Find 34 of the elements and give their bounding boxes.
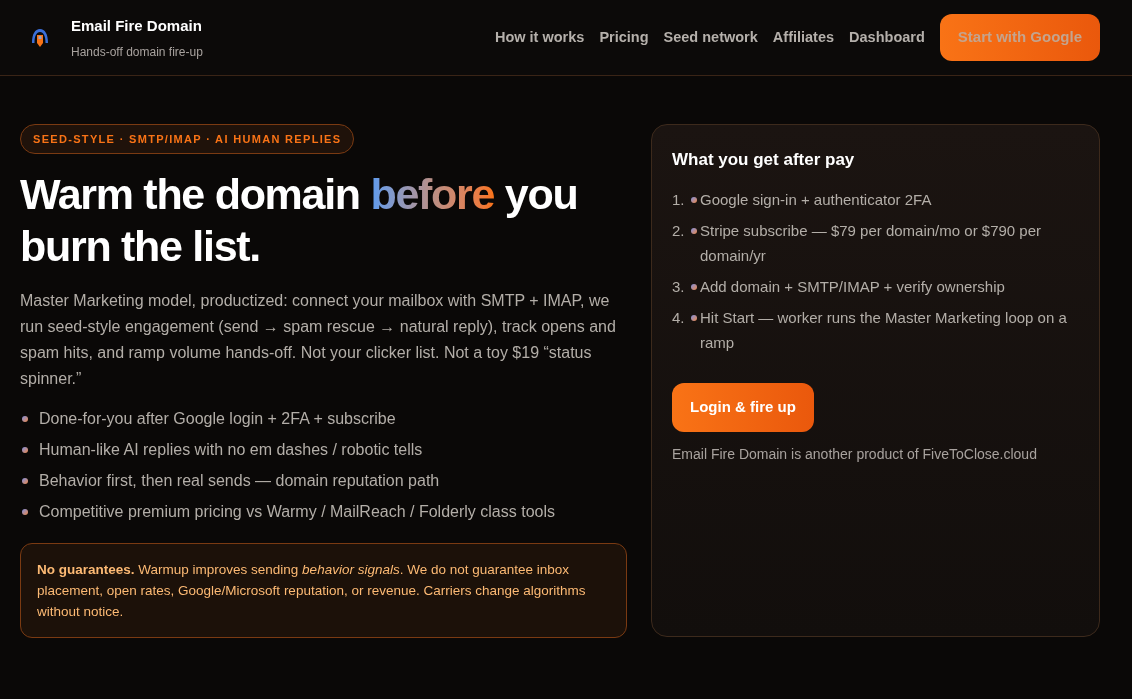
step-dot-icon (691, 227, 697, 234)
feature-item: Human-like AI replies with no em dashes / robotic tells (39, 440, 423, 460)
brand-subtitle: Hands-off domain fire-up (71, 43, 203, 60)
step-number: 2. (672, 221, 686, 241)
bullet-dot-icon (22, 477, 28, 484)
disclaimer-notice: No guarantees. Warmup improves sending behavior signals. We do not guarantee inbox placement, open rates, Google/Microsoft reputation, or revenue. Carriers change algorithms without notice. (20, 543, 627, 638)
step-dot-icon (691, 314, 697, 321)
step-number: 1. (672, 190, 686, 210)
step-text: Stripe subscribe — $79 per domain/mo or $790 per domain/yr (700, 221, 1042, 266)
nav-link[interactable]: Pricing (599, 26, 649, 49)
step-number: 3. (672, 277, 686, 297)
headline: Warm the domain before you burn the list. (20, 169, 579, 272)
nav-link[interactable]: How it works (494, 26, 585, 49)
feature-item: Competitive premium pricing vs Warmy / MailReach / Folderly class tools (39, 502, 555, 522)
card-footnote: Email Fire Domain is another product of FiveToClose.cloud (672, 445, 1038, 464)
intro-paragraph: Master Marketing model, productized: connect your mailbox with SMTP + IMAP, we run seed-style engagement (send → spam rescue → natural reply), track opens and spam hits, and ramp volume hands-off. Not your clicker list. Not a toy $19 “status spinner.” (20, 291, 617, 389)
bullet-dot-icon (22, 446, 28, 453)
card-title: What you get after pay (672, 149, 856, 171)
brand-title: Email Fire Domain (71, 15, 203, 36)
bullet-dot-icon (22, 415, 28, 422)
step-text: Add domain + SMTP/IMAP + verify ownership (700, 277, 1005, 297)
step-text: Google sign-in + authenticator 2FA (700, 190, 932, 210)
step-dot-icon (691, 196, 697, 203)
step-number: 4. (672, 308, 686, 328)
nav-link[interactable]: Seed network (663, 26, 758, 49)
nav-link[interactable]: Dashboard (849, 26, 925, 49)
bullet-dot-icon (22, 508, 28, 515)
feature-item: Behavior first, then real sends — domain reputation path (39, 471, 440, 491)
step-dot-icon (691, 283, 697, 290)
nav-link[interactable]: Affiliates (772, 26, 835, 49)
logo-icon (31, 27, 49, 48)
tagline-badge: SEED-STYLE · SMTP/IMAP · AI HUMAN REPLIES (20, 124, 355, 154)
step-text: Hit Start — worker runs the Master Marketing loop on a ramp (700, 308, 1068, 353)
feature-item: Done-for-you after Google login + 2FA + subscribe (39, 409, 396, 429)
